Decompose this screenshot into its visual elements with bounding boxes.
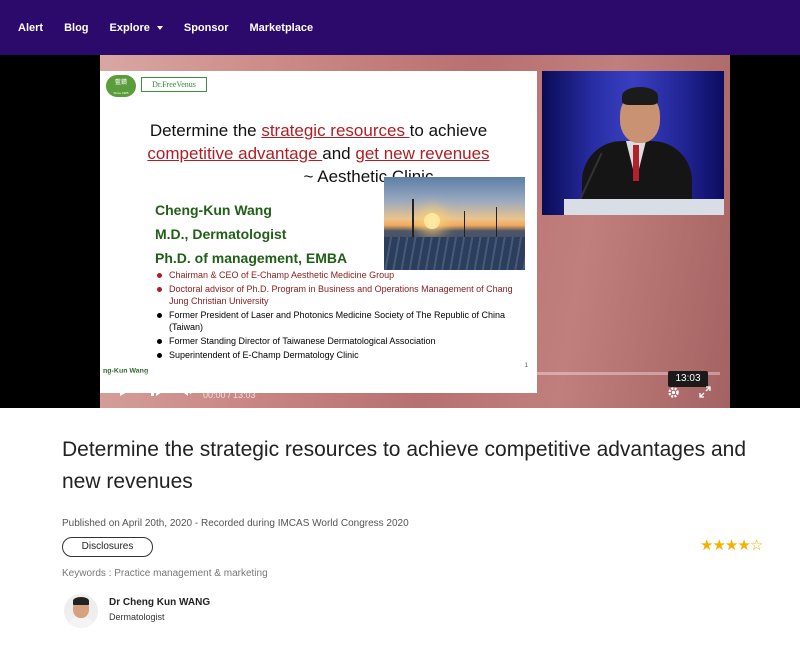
slide-speaker-degree-2: Ph.D. of management, EMBA (155, 250, 348, 266)
top-nav: Alert Blog Explore Sponsor Marketplace (0, 0, 800, 55)
podium-shape (564, 199, 724, 215)
slide-title-prefix: Determine the (149, 121, 262, 140)
keywords: Keywords : Practice management & marketi… (62, 568, 268, 579)
skip-icon-svg (151, 387, 163, 396)
progress-bar[interactable] (110, 372, 720, 375)
avatar-body-shape (67, 617, 95, 628)
star-outline-icon[interactable]: ☆ (750, 537, 763, 554)
fullscreen-icon[interactable] (699, 386, 711, 401)
speaker-tie-shape (633, 145, 639, 181)
published-info: Published on April 20th, 2020 - Recorded… (62, 518, 409, 529)
turbine-shape (464, 211, 465, 239)
slide-bullet: Former Standing Director of Taiwanese De… (156, 335, 516, 347)
fullscreen-icon-svg (699, 386, 711, 398)
star-icon[interactable]: ★ (712, 537, 725, 554)
chevron-down-icon (156, 26, 163, 30)
presentation-slide: 藍鑽 Since 1985 Dr.FreeVenus Determine the … (100, 71, 537, 393)
slide-bullet: Superintendent of E-Champ Dermatology Cl… (156, 349, 516, 361)
slide-speaker-degree-1: M.D., Dermatologist (155, 226, 287, 242)
page-title: Determine the strategic resources to ach… (62, 438, 747, 493)
brand-logo: Dr.FreeVenus (141, 77, 207, 92)
star-icon[interactable]: ★ (725, 537, 738, 554)
nav-marketplace-label: Marketplace (249, 21, 314, 34)
duration-badge: 13:03 (668, 371, 708, 387)
slide-page-number: 1 (524, 363, 528, 369)
nav-sponsor[interactable]: Sponsor (184, 22, 229, 34)
turbine-shape (496, 207, 497, 237)
volume-icon[interactable] (180, 385, 194, 400)
nav-explore[interactable]: Explore (110, 22, 163, 34)
slide-bullet: Chairman & CEO of E-Champ Aesthetic Medi… (156, 269, 516, 281)
playback-time: 00:00 / 13:03 (203, 390, 256, 400)
star-icon[interactable]: ★ (700, 537, 713, 554)
skip-icon[interactable] (150, 385, 164, 400)
volume-icon-svg (181, 386, 192, 396)
turbine-shape (412, 199, 414, 239)
play-icon-svg (120, 386, 129, 396)
play-icon[interactable] (118, 385, 130, 400)
disclosures-button[interactable]: Disclosures (62, 537, 153, 557)
slide-bullet: Doctoral advisor of Ph.D. Program in Bus… (156, 283, 516, 307)
nav-explore-label: Explore (109, 21, 150, 34)
slide-bullet-list: Chairman & CEO of E-Champ Aesthetic Medi… (156, 269, 516, 363)
slide-title-mid: to achieve (409, 121, 488, 140)
sun-shape (424, 213, 440, 229)
gear-icon[interactable] (667, 386, 680, 402)
star-icon[interactable]: ★ (737, 537, 750, 554)
slide-title-highlight-2: competitive advantage (147, 144, 323, 163)
author-role: Dermatologist (109, 612, 165, 622)
nav-alert[interactable]: Alert (18, 22, 43, 34)
clinic-logo: 藍鑽 Since 1985 (106, 75, 136, 97)
author-name[interactable]: Dr Cheng Kun WANG (109, 597, 210, 608)
avatar[interactable] (64, 594, 98, 628)
solar-panels-shape (384, 237, 525, 270)
nav-blog[interactable]: Blog (64, 22, 88, 34)
gear-icon-svg (668, 387, 679, 398)
nav-marketplace[interactable]: Marketplace (250, 22, 314, 34)
rating-stars[interactable]: ★★★★☆ (700, 536, 763, 554)
nav-sponsor-label: Sponsor (183, 21, 229, 34)
speaker-hair-shape (622, 87, 658, 105)
slide-bullet: Former President of Laser and Photonics … (156, 309, 516, 333)
slide-title-highlight-3: get new revenues (355, 144, 490, 163)
speaker-video-inset (542, 71, 724, 215)
slide-title-and: and (322, 144, 356, 163)
slide-title-highlight-1: strategic resources (261, 121, 410, 140)
nav-blog-label: Blog (64, 21, 89, 34)
logo-text: 藍鑽 (114, 80, 127, 86)
wind-solar-photo (384, 177, 525, 270)
logo-small-text: Since 1985 (113, 91, 129, 95)
nav-alert-label: Alert (18, 21, 44, 34)
slide-speaker-name: Cheng-Kun Wang (155, 202, 272, 218)
video-player[interactable]: 藍鑽 Since 1985 Dr.FreeVenus Determine the … (0, 55, 800, 408)
avatar-hair-shape (73, 597, 89, 605)
